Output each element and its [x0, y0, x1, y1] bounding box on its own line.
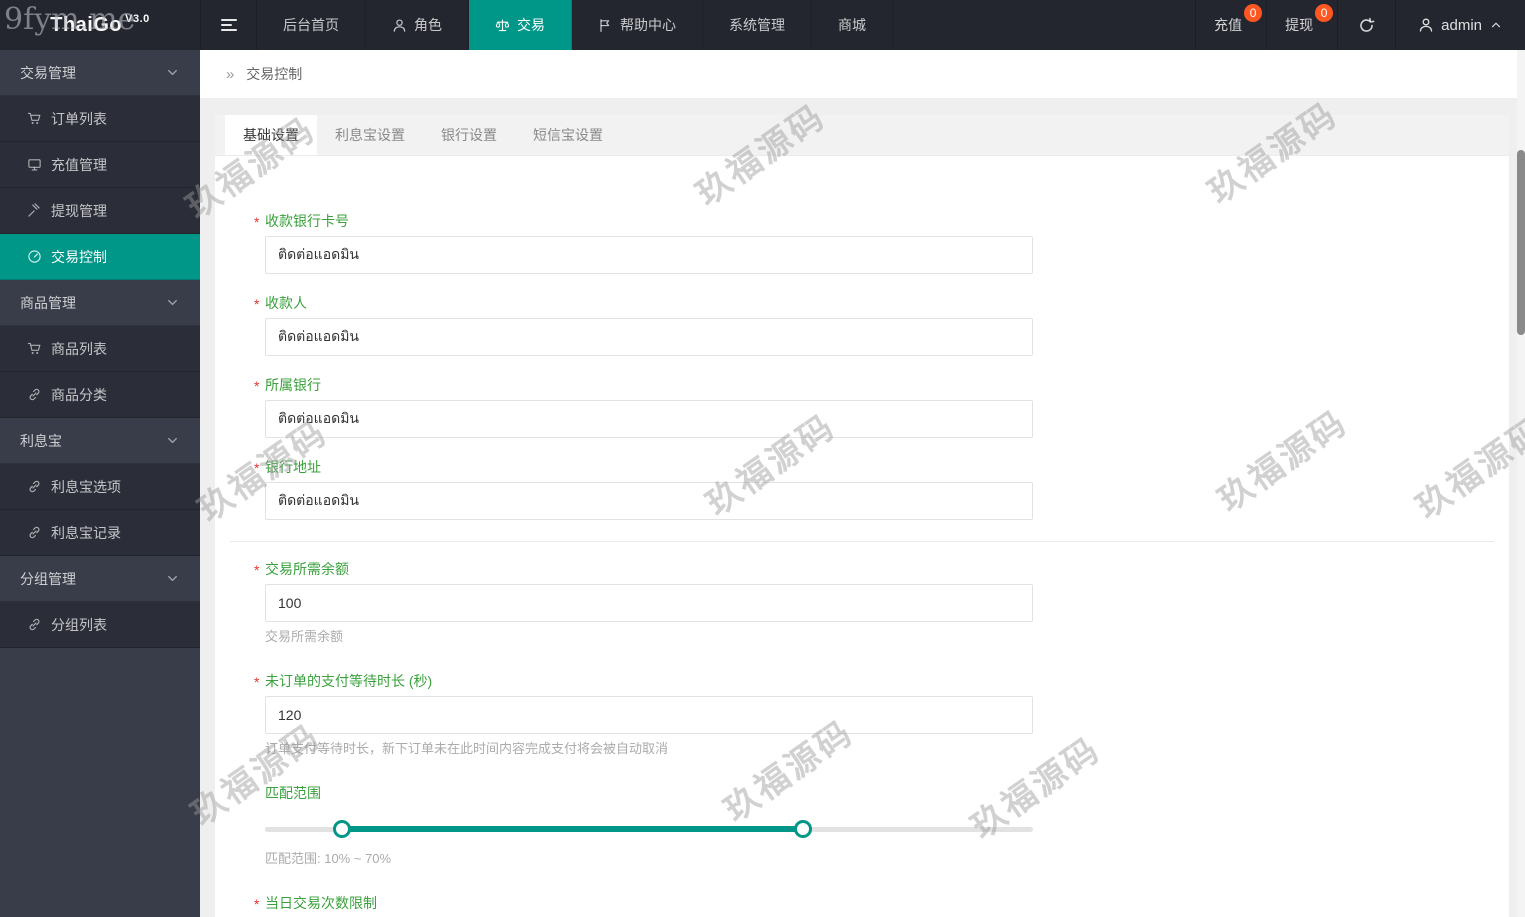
vertical-scrollbar[interactable] [1517, 50, 1525, 917]
top-header: ThaiGo V3.0 后台首页 角色 交易 帮助中心 系统管理 商城 充值 0 [0, 0, 1525, 50]
nav-item-5[interactable]: 商城 [812, 0, 893, 50]
nav-item-1[interactable]: 角色 [366, 0, 469, 50]
caret-up-icon [1489, 18, 1503, 32]
refresh-icon [1358, 17, 1375, 34]
form-divider [230, 541, 1494, 542]
form-item-8: * 当日交易次数限制 当日交易次数限制 [254, 895, 377, 912]
quick-action-1[interactable]: 提现 0 [1266, 0, 1337, 50]
breadcrumb: » 交易控制 [200, 50, 1525, 98]
tab-0[interactable]: 基础设置 [225, 115, 317, 155]
required-asterisk: * [254, 896, 260, 912]
header-actions: 充值 0 提现 0 admin [1195, 0, 1525, 50]
cart-icon [27, 341, 42, 356]
hamburger-icon [220, 16, 237, 34]
flag-icon [598, 18, 613, 33]
required-asterisk: * [254, 378, 260, 394]
main-area: » 交易控制 基础设置 利息宝设置 银行设置 短信宝设置 * 收款银行卡号 * … [200, 50, 1525, 917]
input-field-3[interactable] [265, 482, 1033, 520]
required-asterisk: * [254, 674, 260, 690]
tab-bar: 基础设置 利息宝设置 银行设置 短信宝设置 [215, 115, 1509, 156]
field-help-text: 匹配范围: 10% ~ 70% [265, 851, 392, 866]
form-item-2: * 所属银行 [254, 377, 1494, 438]
app-window: ThaiGo V3.0 后台首页 角色 交易 帮助中心 系统管理 商城 充值 0 [0, 0, 1525, 917]
scrollbar-thumb[interactable] [1517, 150, 1525, 335]
field-help-text: 交易所需余额 [265, 629, 344, 644]
link-icon [27, 479, 42, 494]
refresh-button[interactable] [1337, 0, 1395, 50]
input-field-5[interactable] [265, 584, 1033, 622]
form-item-6: * 未订单的支付等待时长 (秒) 订单支付等待时长，新下订单未在此时间内容完成支… [254, 673, 1494, 756]
breadcrumb-title: 交易控制 [246, 66, 303, 82]
input-field-1[interactable] [265, 318, 1033, 356]
range-slider [265, 814, 1033, 844]
link-icon [27, 525, 42, 540]
chevron-down-icon [165, 65, 180, 80]
sidebar-item-2-0[interactable]: 利息宝选项 [0, 464, 200, 510]
sidebar-group-1[interactable]: 商品管理 [0, 280, 200, 326]
user-menu[interactable]: admin [1395, 0, 1525, 50]
link-icon [27, 387, 42, 402]
form-item-slider: 匹配范围 匹配范围: 10% ~ 70% [265, 785, 1494, 866]
quick-action-0[interactable]: 充值 0 [1195, 0, 1266, 50]
top-nav: 后台首页 角色 交易 帮助中心 系统管理 商城 [257, 0, 893, 50]
form-item-0: * 收款银行卡号 [254, 213, 1494, 274]
required-asterisk: * [254, 562, 260, 578]
sidebar-item-0-3[interactable]: 交易控制 [0, 234, 200, 280]
tab-1[interactable]: 利息宝设置 [317, 115, 423, 155]
sidebar-item-1-1[interactable]: 商品分类 [0, 372, 200, 418]
sidebar-group-3[interactable]: 分组管理 [0, 556, 200, 602]
username: admin [1441, 16, 1482, 34]
sidebar: 交易管理 订单列表 充值管理 提现管理 交易控制 商品管理 商品列表 商品分类 [0, 50, 200, 917]
notification-badge: 0 [1315, 4, 1334, 22]
sidebar-item-0-1[interactable]: 充值管理 [0, 142, 200, 188]
gavel-icon [27, 203, 42, 218]
required-asterisk: * [254, 460, 260, 476]
required-asterisk: * [254, 214, 260, 230]
scales-icon [495, 18, 510, 33]
link-icon [27, 617, 42, 632]
app-logo: ThaiGo V3.0 [0, 0, 200, 50]
notification-badge: 0 [1244, 4, 1263, 22]
breadcrumb-chevrons-icon: » [226, 66, 235, 83]
sidebar-group-0[interactable]: 交易管理 [0, 50, 200, 96]
user-icon [1418, 17, 1434, 33]
board-icon [27, 157, 42, 172]
content-card: 基础设置 利息宝设置 银行设置 短信宝设置 * 收款银行卡号 * 收款人 * 所… [215, 115, 1509, 917]
form-item-3: * 银行地址 [254, 459, 1494, 520]
chevron-down-icon [165, 295, 180, 310]
gauge-icon [27, 249, 42, 264]
sidebar-group-2[interactable]: 利息宝 [0, 418, 200, 464]
field-help-text: 订单支付等待时长，新下订单未在此时间内容完成支付将会被自动取消 [265, 741, 669, 756]
input-field-6[interactable] [265, 696, 1033, 734]
slider-selected-range [341, 826, 803, 832]
sidebar-item-2-1[interactable]: 利息宝记录 [0, 510, 200, 556]
nav-item-0[interactable]: 后台首页 [257, 0, 366, 50]
logo-version: V3.0 [125, 13, 150, 25]
sidebar-item-0-0[interactable]: 订单列表 [0, 96, 200, 142]
nav-item-3[interactable]: 帮助中心 [572, 0, 703, 50]
form-item-5: * 交易所需余额 交易所需余额 [254, 561, 1494, 644]
slider-handle-min[interactable] [332, 820, 351, 838]
chevron-down-icon [165, 433, 180, 448]
settings-form: * 收款银行卡号 * 收款人 * 所属银行 * 银行地址 * 交易所需余额 [215, 156, 1494, 917]
tab-3[interactable]: 短信宝设置 [515, 115, 621, 155]
slider-handle-max[interactable] [793, 820, 812, 838]
sidebar-item-3-0[interactable]: 分组列表 [0, 602, 200, 648]
input-field-0[interactable] [265, 236, 1033, 274]
sidebar-item-1-0[interactable]: 商品列表 [0, 326, 200, 372]
nav-item-2[interactable]: 交易 [469, 0, 572, 50]
required-asterisk: * [254, 296, 260, 312]
tab-2[interactable]: 银行设置 [423, 115, 515, 155]
nav-item-4[interactable]: 系统管理 [703, 0, 812, 50]
cart-icon [27, 111, 42, 126]
menu-toggle-button[interactable] [200, 0, 257, 50]
chevron-down-icon [165, 571, 180, 586]
input-field-2[interactable] [265, 400, 1033, 438]
form-item-1: * 收款人 [254, 295, 1494, 356]
user-icon [392, 18, 407, 33]
logo-text: ThaiGo [50, 13, 123, 36]
sidebar-item-0-2[interactable]: 提现管理 [0, 188, 200, 234]
